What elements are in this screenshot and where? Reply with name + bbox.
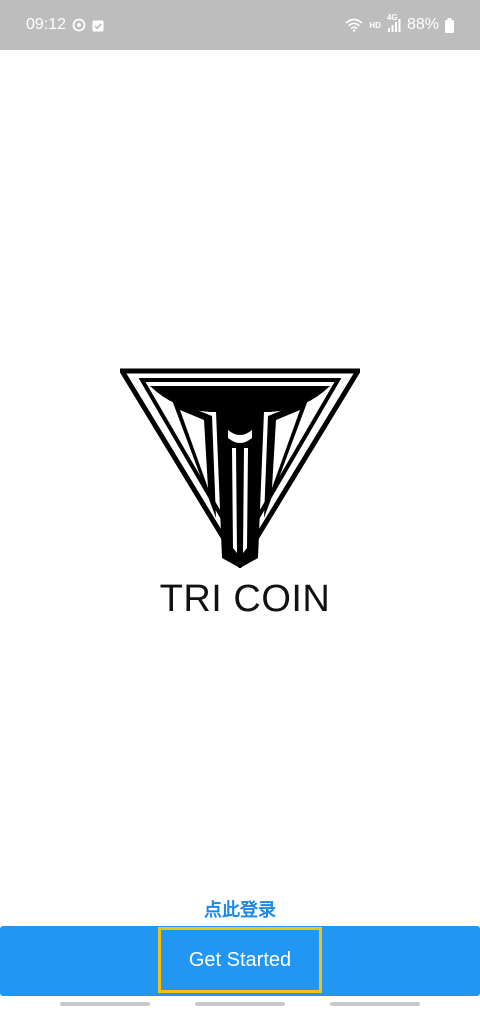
login-link[interactable]: 点此登录 [0, 896, 480, 922]
battery-percent: 88% [406, 16, 439, 33]
calendar-check-icon [92, 19, 104, 32]
status-right: HD 4G 88% [345, 13, 454, 34]
navigation-bar [0, 996, 480, 1013]
sync-icon [72, 18, 86, 32]
nav-home-handle[interactable] [195, 1002, 285, 1006]
brand-name: TRI COIN [159, 578, 331, 620]
nav-back-handle[interactable] [330, 1002, 420, 1006]
tri-coin-logo-icon [117, 368, 363, 570]
hd-badge: HD [369, 20, 381, 30]
status-left: 09:12 [26, 16, 104, 34]
network-type: 4G [386, 13, 398, 22]
signal-icon: 4G [387, 13, 401, 32]
battery-icon [445, 17, 454, 33]
status-time: 09:12 [26, 16, 67, 33]
brand-logo: TRI COIN [117, 368, 363, 620]
nav-recent-handle[interactable] [60, 1002, 150, 1006]
wifi-icon [345, 18, 363, 32]
status-bar: 09:12 HD 4G 88% [0, 0, 480, 50]
get-started-button[interactable]: Get Started [158, 927, 322, 993]
